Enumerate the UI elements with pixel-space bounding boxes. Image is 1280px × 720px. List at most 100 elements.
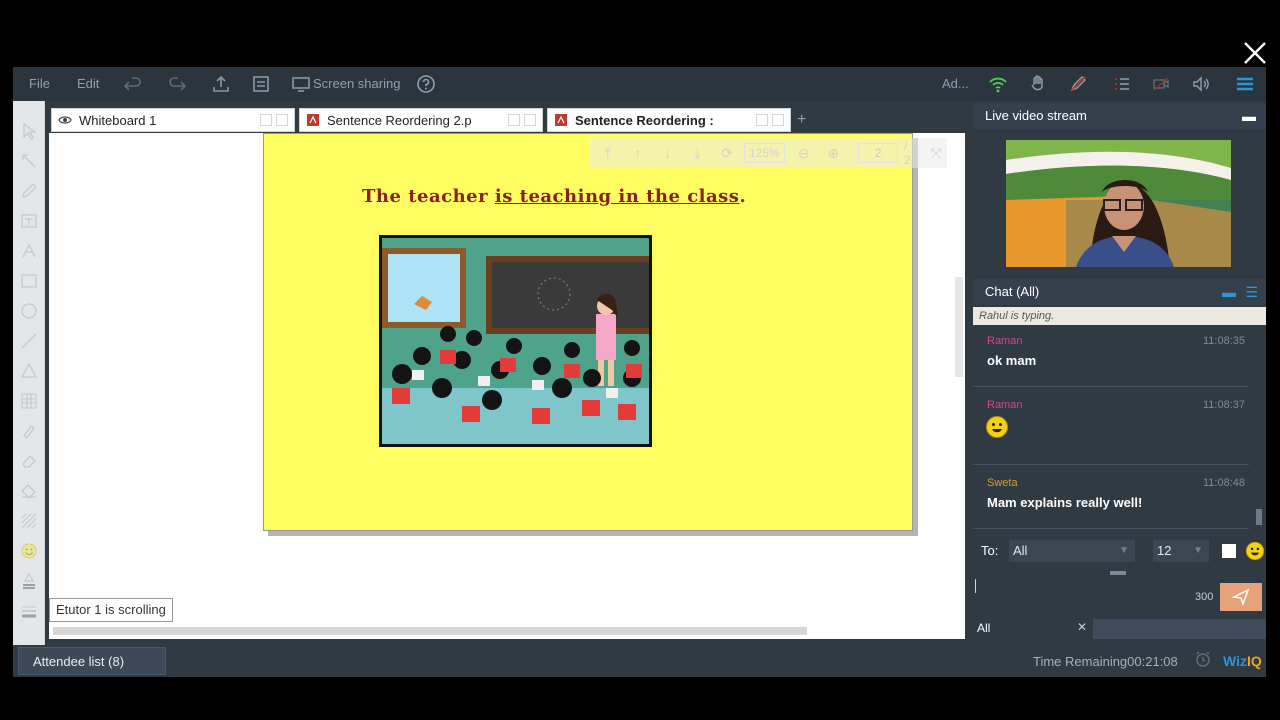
eye-icon bbox=[58, 116, 72, 124]
attendee-list-button[interactable]: Attendee list (8) bbox=[18, 647, 166, 675]
page-number-input[interactable]: 2 bbox=[858, 143, 898, 163]
tab-minimize-icon[interactable] bbox=[260, 114, 272, 126]
tab-close-icon[interactable] bbox=[772, 114, 784, 126]
typing-indicator: Rahul is typing. bbox=[973, 307, 1266, 325]
alarm-clock-icon[interactable] bbox=[1194, 650, 1212, 668]
file-menu[interactable]: File bbox=[29, 76, 50, 91]
zoom-out-icon[interactable]: ⊖ bbox=[793, 142, 815, 164]
help-icon[interactable] bbox=[416, 74, 436, 94]
message-sender: Raman bbox=[987, 335, 1023, 347]
admin-menu[interactable]: Ad... bbox=[942, 76, 969, 91]
grid-icon[interactable] bbox=[19, 391, 39, 411]
list-icon[interactable] bbox=[1112, 74, 1132, 94]
content-library-icon[interactable] bbox=[251, 74, 271, 94]
upload-icon[interactable] bbox=[211, 74, 231, 94]
scrolling-status: Etutor 1 is scrolling bbox=[49, 598, 173, 622]
text-icon[interactable] bbox=[19, 241, 39, 261]
send-button[interactable] bbox=[1220, 583, 1262, 611]
highlighter-icon[interactable] bbox=[19, 421, 39, 441]
circle-icon[interactable] bbox=[19, 301, 39, 321]
fill-icon[interactable] bbox=[19, 481, 39, 501]
sentence-underlined: is teaching in the class bbox=[494, 186, 740, 207]
text-color-swatch[interactable] bbox=[1222, 544, 1236, 558]
close-icon[interactable]: ✕ bbox=[1077, 620, 1087, 634]
zoom-level[interactable]: 125% bbox=[743, 143, 785, 163]
camera-off-icon[interactable] bbox=[1151, 74, 1171, 94]
app-window: File Edit Screen sharing Ad... Whiteboar… bbox=[0, 0, 1280, 720]
message-text: Mam explains really well! bbox=[987, 495, 1143, 510]
chat-tab-all[interactable]: All bbox=[977, 621, 990, 635]
vertical-scrollbar[interactable] bbox=[955, 277, 963, 377]
smiley-stamp-icon[interactable] bbox=[19, 541, 39, 561]
next-page-icon[interactable]: ↓ bbox=[657, 142, 679, 164]
eraser-icon[interactable] bbox=[19, 451, 39, 471]
wiziq-logo: WizIQ bbox=[1223, 653, 1262, 669]
previous-page-icon[interactable]: ↑ bbox=[627, 142, 649, 164]
pencil-icon[interactable] bbox=[19, 181, 39, 201]
pdf-slide: The teacher is teaching in the class. bbox=[263, 133, 913, 531]
tab-minimize-icon[interactable] bbox=[508, 114, 520, 126]
drawing-tools bbox=[13, 101, 45, 649]
slide-sentence: The teacher is teaching in the class. bbox=[362, 186, 746, 207]
wifi-icon bbox=[988, 74, 1008, 94]
speaker-icon[interactable] bbox=[1191, 74, 1211, 94]
close-icon[interactable] bbox=[1242, 40, 1268, 66]
triangle-icon[interactable] bbox=[19, 361, 39, 381]
chat-message: Raman 11:08:35 ok mam bbox=[973, 325, 1249, 387]
live-video bbox=[1006, 140, 1231, 267]
logo-part-b: IQ bbox=[1246, 653, 1262, 669]
chat-input[interactable]: 300 bbox=[973, 577, 1266, 617]
chevron-down-icon: ▼ bbox=[1193, 545, 1203, 556]
pen-permission-icon[interactable] bbox=[1068, 74, 1088, 94]
zoom-in-icon[interactable]: ⊕ bbox=[822, 142, 844, 164]
pdf-toolbar: ⤒ ↑ ↓ ⤓ ⟳ 125% ⊖ ⊕ 2 / 2 ⤧ bbox=[589, 138, 947, 168]
color-picker-icon[interactable] bbox=[19, 571, 39, 591]
line-width-icon[interactable] bbox=[19, 601, 39, 621]
first-page-icon[interactable]: ⤒ bbox=[597, 142, 619, 164]
hamburger-menu-icon[interactable] bbox=[1235, 74, 1255, 94]
classroom-app: File Edit Screen sharing Ad... Whiteboar… bbox=[13, 67, 1266, 677]
pattern-icon[interactable] bbox=[19, 511, 39, 531]
chat-menu-icon[interactable]: ☰ bbox=[1245, 279, 1258, 305]
character-count: 300 bbox=[1195, 591, 1214, 603]
line-icon[interactable] bbox=[19, 331, 39, 351]
text-box-icon[interactable] bbox=[19, 211, 39, 231]
pointer-icon[interactable] bbox=[19, 121, 39, 141]
whiteboard-canvas[interactable]: The teacher is teaching in the class. ⤒ … bbox=[49, 133, 965, 639]
tab-close-icon[interactable] bbox=[276, 114, 288, 126]
last-page-icon[interactable]: ⤓ bbox=[686, 142, 708, 164]
edit-menu[interactable]: Edit bbox=[77, 76, 99, 91]
monitor-icon[interactable] bbox=[291, 74, 311, 94]
recipient-select[interactable]: All ▼ bbox=[1009, 540, 1135, 562]
add-tab-icon[interactable]: + bbox=[797, 111, 806, 129]
redo-icon[interactable] bbox=[167, 74, 187, 94]
chat-messages[interactable]: Raman 11:08:35 ok mam Raman 11:08:37 Swe… bbox=[973, 325, 1266, 531]
minimize-icon[interactable]: ▬ bbox=[1242, 103, 1256, 129]
bottom-bar: Attendee list (8) Time Remaining00:21:08… bbox=[13, 645, 1266, 677]
font-size-select[interactable]: 12 ▼ bbox=[1153, 540, 1209, 562]
tab-minimize-icon[interactable] bbox=[756, 114, 768, 126]
minimize-icon[interactable]: ▬ bbox=[1222, 279, 1236, 305]
chat-scrollbar[interactable] bbox=[1256, 509, 1262, 525]
hand-raise-icon[interactable] bbox=[1028, 74, 1048, 94]
top-toolbar: File Edit Screen sharing Ad... bbox=[13, 67, 1266, 101]
resize-grip[interactable] bbox=[1110, 571, 1126, 575]
tab-sentence-reordering-active[interactable]: Sentence Reordering : bbox=[547, 108, 791, 132]
message-time: 11:08:48 bbox=[1202, 477, 1245, 489]
smiley-emoji-icon bbox=[986, 416, 1008, 438]
tab-close-icon[interactable] bbox=[524, 114, 536, 126]
page-total: / 2 bbox=[903, 139, 911, 167]
fit-page-icon[interactable]: ⤧ bbox=[925, 142, 947, 164]
chat-panel-header: Chat (All) ▬ ☰ bbox=[973, 279, 1266, 305]
line-select-icon[interactable] bbox=[19, 151, 39, 171]
tab-whiteboard-1[interactable]: Whiteboard 1 bbox=[51, 108, 295, 132]
horizontal-scrollbar[interactable] bbox=[53, 627, 807, 635]
emoji-picker-icon[interactable] bbox=[1245, 541, 1265, 561]
sentence-start: The teacher bbox=[362, 186, 495, 207]
undo-icon[interactable] bbox=[123, 74, 143, 94]
rotate-icon[interactable]: ⟳ bbox=[716, 142, 738, 164]
tab-sentence-reordering-2[interactable]: Sentence Reordering 2.p bbox=[299, 108, 543, 132]
rectangle-icon[interactable] bbox=[19, 271, 39, 291]
tab-label: Whiteboard 1 bbox=[79, 112, 157, 128]
screen-sharing-button[interactable]: Screen sharing bbox=[313, 76, 400, 91]
